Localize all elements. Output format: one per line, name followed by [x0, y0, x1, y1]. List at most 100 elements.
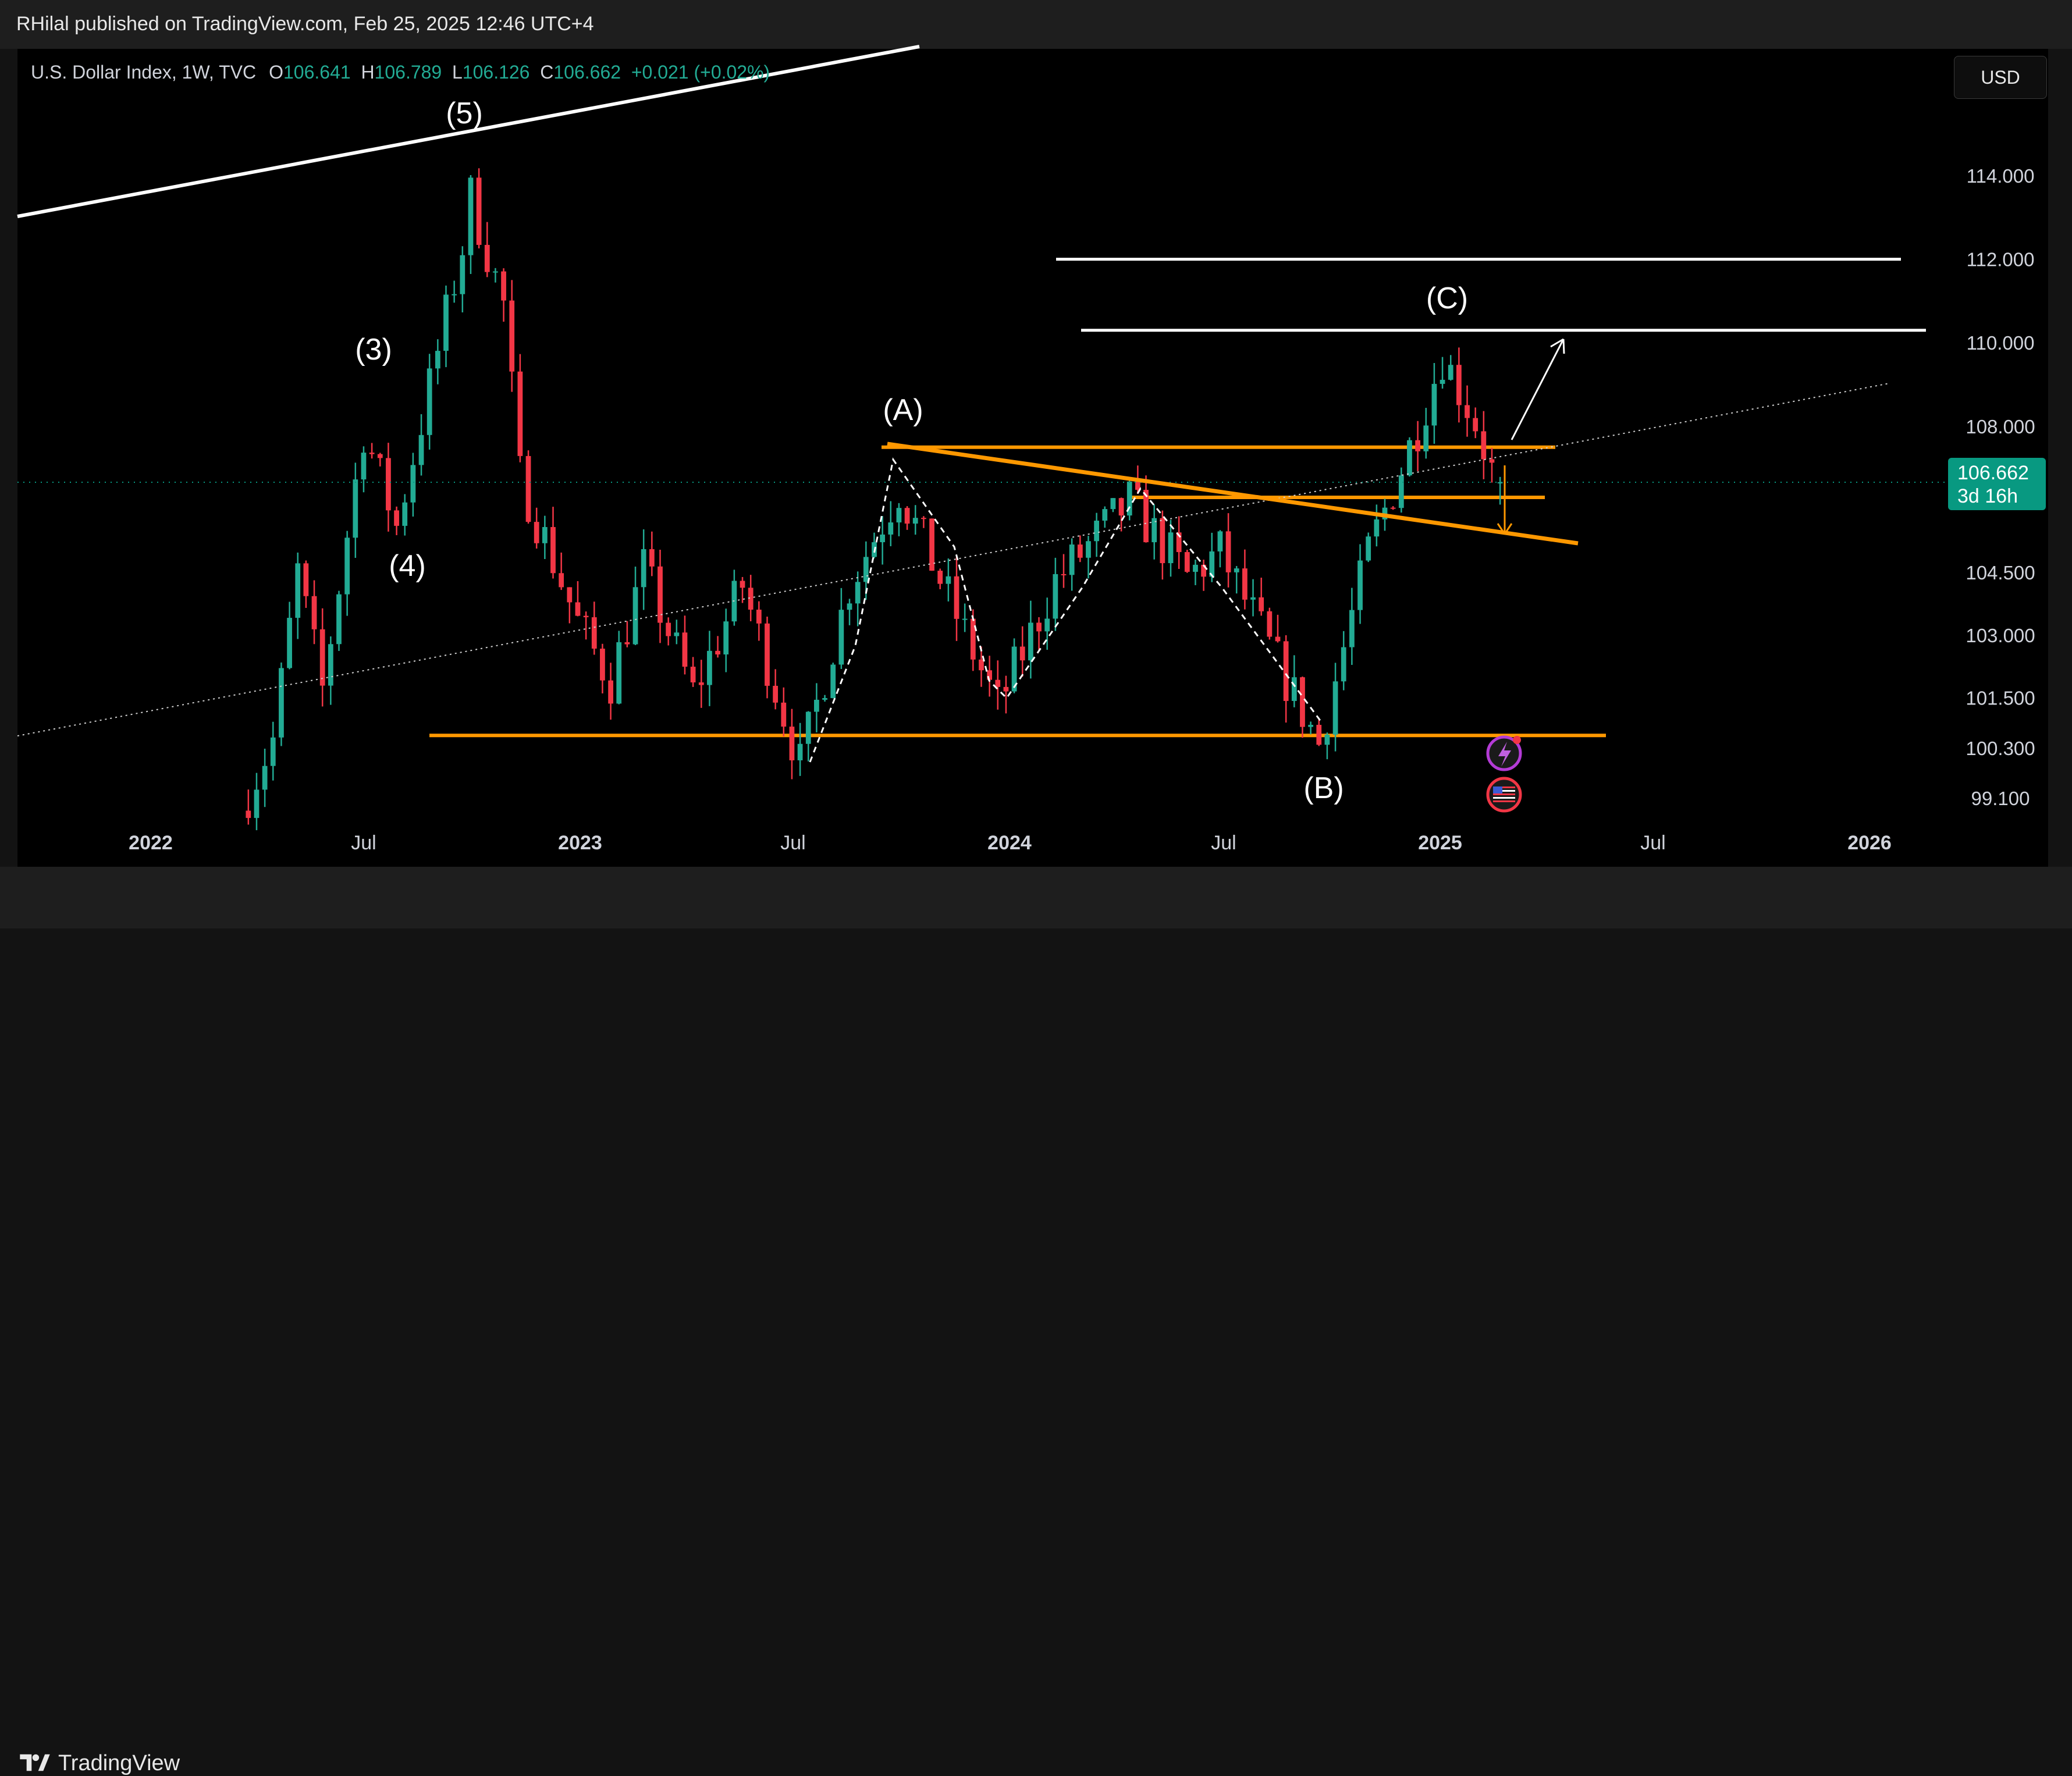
candle-body [1110, 498, 1116, 510]
candle-body [591, 617, 597, 649]
candle [880, 516, 886, 565]
candle [773, 669, 779, 710]
candle [1061, 554, 1067, 588]
candle [1473, 407, 1479, 439]
tradingview-logo-icon[interactable] [17, 1751, 52, 1774]
candle [1283, 635, 1289, 723]
candle [501, 268, 506, 322]
candle-body [1431, 383, 1437, 426]
candle [1053, 557, 1058, 631]
candle [838, 588, 844, 670]
candle [394, 506, 399, 535]
candle [1250, 579, 1256, 617]
price-tick-label: 114.000 [1967, 165, 2035, 187]
candle-body [1184, 552, 1190, 572]
currency-button[interactable]: USD [1954, 56, 2047, 99]
candle [1126, 478, 1132, 521]
candle [344, 531, 350, 616]
candle [624, 621, 630, 647]
candle-body [797, 743, 803, 761]
candle-body [287, 618, 292, 668]
candle-body [838, 610, 844, 665]
candle-body [674, 632, 680, 636]
candle [418, 414, 424, 476]
candle [608, 663, 613, 720]
candle-body [435, 351, 440, 369]
candle [1291, 655, 1297, 707]
candle [979, 646, 984, 687]
time-tick-label: Jul [351, 832, 376, 854]
candle-body [1366, 536, 1371, 561]
candle [888, 501, 894, 546]
candle-body [1341, 647, 1346, 682]
candle [1489, 447, 1495, 483]
candle [270, 721, 276, 781]
candle [632, 567, 638, 646]
candle [575, 581, 581, 617]
wave-label: (A) [883, 393, 923, 427]
wave-path-dashed [809, 457, 1322, 763]
candle-body [690, 667, 696, 683]
candle-body [583, 615, 589, 618]
candle [1423, 408, 1429, 459]
candle [476, 168, 482, 249]
candle-body [575, 602, 581, 616]
tradingview-brand[interactable]: TradingView [58, 1751, 180, 1776]
candle-body [1259, 597, 1264, 611]
candle-body [1316, 724, 1322, 745]
candle-body [830, 664, 836, 699]
candle [1184, 550, 1190, 573]
candle-body [1448, 365, 1453, 380]
price-tick-label: 100.300 [1966, 738, 2035, 759]
candle [452, 280, 457, 303]
candle-body [756, 609, 762, 624]
candle [912, 505, 918, 535]
candle [649, 531, 655, 576]
candle [460, 246, 465, 313]
candle [1094, 512, 1100, 557]
candle-body [1168, 532, 1174, 564]
price-tick-label: 103.000 [1966, 625, 2035, 646]
candle-body [1102, 509, 1108, 521]
candle [1201, 560, 1207, 591]
candle-body [452, 294, 457, 296]
descending-trendline [887, 442, 1579, 546]
candle-body [896, 508, 902, 523]
candle [1465, 385, 1470, 437]
candle-body [509, 300, 515, 372]
price-chart[interactable]: 114.000 112.000 110.000 108.000 104.500 103.0… [0, 0, 2072, 928]
legend-high: 106.789 [374, 62, 442, 83]
candle [904, 506, 910, 530]
price-tick-label: 99.100 [1971, 788, 2030, 809]
time-tick-label: 2026 [1847, 832, 1892, 854]
candle [559, 552, 564, 590]
candle-body [1481, 431, 1487, 460]
candle [1366, 532, 1371, 563]
candle [525, 450, 531, 524]
wave-label: (3) [355, 333, 392, 366]
candle [731, 570, 737, 626]
candle [295, 552, 301, 639]
candle-body [1390, 507, 1396, 509]
candle [427, 354, 432, 450]
candle [567, 587, 573, 624]
candle-body [649, 549, 655, 567]
candle [1308, 721, 1313, 735]
candle-body [386, 458, 391, 511]
candle [262, 748, 268, 807]
candle-body [1332, 681, 1338, 735]
time-tick-label: 2024 [987, 832, 1032, 854]
candle-body [525, 455, 531, 522]
candle [690, 657, 696, 687]
levels-layer [429, 258, 1926, 738]
candle-body [698, 682, 704, 685]
candle [658, 550, 663, 643]
candle-body [1489, 459, 1495, 463]
candle-body [1275, 636, 1281, 642]
candle [756, 601, 762, 641]
candle [1242, 549, 1248, 610]
footer-bar: TradingView [0, 867, 2072, 1775]
price-tick-label: 112.000 [1967, 249, 2035, 271]
candle [896, 503, 902, 536]
candle [781, 687, 787, 737]
